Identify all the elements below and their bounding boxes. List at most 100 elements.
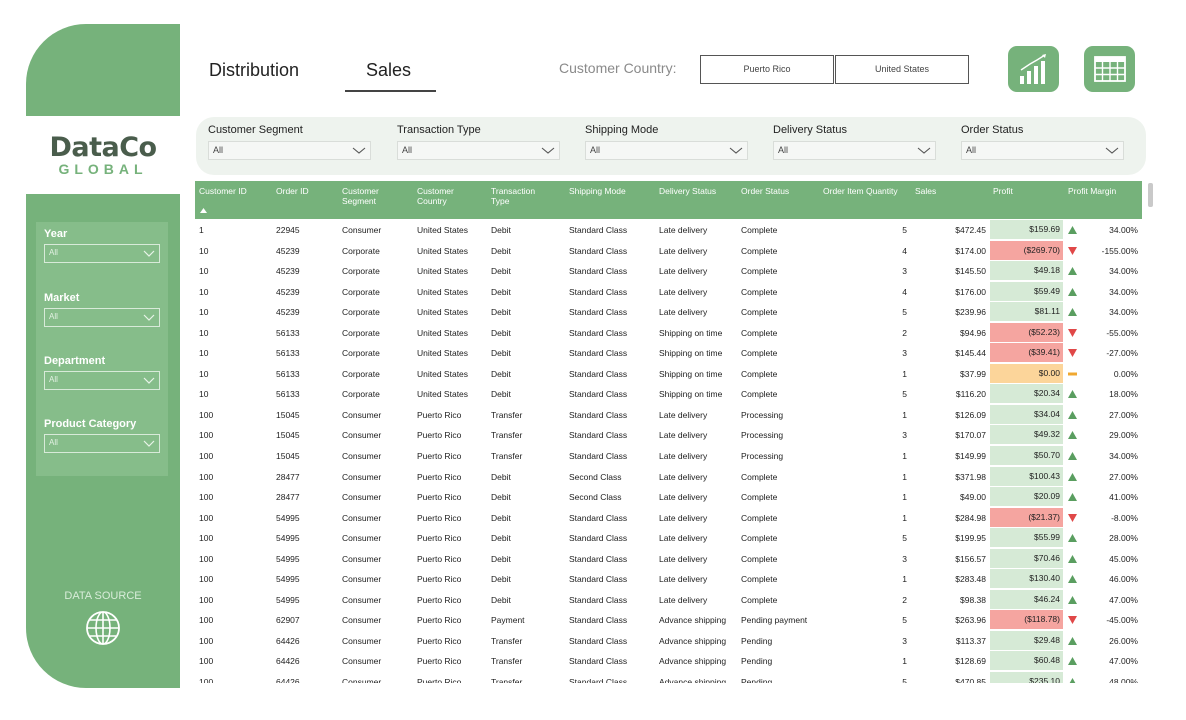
customer-segment-dropdown[interactable]: All — [208, 141, 371, 160]
table-row[interactable]: 100 28477 Consumer Puerto Rico Debit Second C… — [195, 486, 1142, 507]
table-row[interactable]: 10 45239 Corporate United States Debit Standa… — [195, 240, 1142, 261]
table-row[interactable]: 100 28477 Consumer Puerto Rico Debit Second C… — [195, 466, 1142, 487]
cell-order-status: Pending — [741, 656, 773, 667]
cell-customer-segment: Consumer — [342, 677, 382, 683]
table-row[interactable]: 1 22945 Consumer United States Debit Standard… — [195, 219, 1142, 240]
cell-customer-country: United States — [417, 225, 469, 235]
cell-customer-segment: Consumer — [342, 451, 382, 462]
cell-customer-segment: Corporate — [342, 307, 380, 318]
cell-shipping-mode: Standard Class — [569, 409, 628, 420]
column-header-profit[interactable]: Profit — [993, 186, 1033, 196]
cell-profit: ($52.23) — [990, 322, 1063, 342]
cell-customer-id: 100 — [199, 430, 214, 441]
triangle-up-icon — [1068, 226, 1077, 234]
filter-transaction-type[interactable]: Transaction Type All — [397, 124, 560, 160]
cell-transaction-type: Transfer — [491, 635, 523, 646]
country-united-states-button[interactable]: United States — [835, 55, 969, 84]
delivery-status-dropdown[interactable]: All — [773, 141, 936, 160]
slicer-product-category[interactable]: Product Category All — [44, 418, 160, 453]
column-header-order-item-quantity[interactable]: Order Item Quantity — [823, 186, 913, 196]
table-row[interactable]: 100 15045 Consumer Puerto Rico Transfer Stand… — [195, 445, 1142, 466]
table-row[interactable]: 100 54995 Consumer Puerto Rico Debit Standard… — [195, 527, 1142, 548]
transaction-type-dropdown[interactable]: All — [397, 141, 560, 160]
triangle-up-icon — [1068, 431, 1077, 440]
sort-ascending-icon[interactable] — [200, 208, 207, 213]
cell-shipping-mode: Standard Class — [569, 266, 628, 277]
table-row[interactable]: 100 64426 Consumer Puerto Rico Transfer Stand… — [195, 630, 1142, 651]
year-dropdown[interactable]: All — [44, 244, 160, 263]
tab-sales[interactable]: Sales — [366, 60, 411, 81]
cell-order-id: 45239 — [276, 245, 300, 256]
table-row[interactable]: 10 45239 Corporate United States Debit Standa… — [195, 260, 1142, 281]
filter-delivery-status[interactable]: Delivery Status All — [773, 124, 936, 160]
cell-customer-country: Puerto Rico — [417, 409, 462, 420]
table-row[interactable]: 10 45239 Corporate United States Debit Standa… — [195, 281, 1142, 302]
table-row[interactable]: 100 54995 Consumer Puerto Rico Debit Standard… — [195, 568, 1142, 589]
table-row[interactable]: 100 15045 Consumer Puerto Rico Transfer Stand… — [195, 404, 1142, 425]
cell-customer-segment: Consumer — [342, 594, 382, 605]
shipping-mode-dropdown[interactable]: All — [585, 141, 748, 160]
column-header-profit-margin[interactable]: Profit Margin — [1068, 186, 1138, 196]
dropdown-value: All — [49, 312, 58, 321]
chart-view-button[interactable] — [1008, 46, 1059, 92]
table-row[interactable]: 100 64426 Consumer Puerto Rico Transfer Stand… — [195, 650, 1142, 671]
market-dropdown[interactable]: All — [44, 308, 160, 327]
table-row[interactable]: 100 54995 Consumer Puerto Rico Debit Standard… — [195, 507, 1142, 528]
table-row[interactable]: 100 62907 Consumer Puerto Rico Payment Standa… — [195, 609, 1142, 630]
table-row[interactable]: 10 45239 Corporate United States Debit Standa… — [195, 301, 1142, 322]
cell-profit-margin: 45.00% — [1109, 553, 1138, 564]
table-row[interactable]: 100 54995 Consumer Puerto Rico Debit Standard… — [195, 548, 1142, 569]
order-status-dropdown[interactable]: All — [961, 141, 1124, 160]
tab-distribution[interactable]: Distribution — [209, 60, 299, 81]
cell-customer-segment: Corporate — [342, 266, 380, 277]
triangle-up-icon — [1069, 678, 1076, 683]
table-row[interactable]: 10 56133 Corporate United States Debit Standa… — [195, 363, 1142, 384]
cell-profit-margin: -8.00% — [1111, 512, 1138, 523]
column-header-delivery-status[interactable]: Delivery Status — [659, 186, 739, 196]
table-row[interactable]: 10 56133 Corporate United States Debit Standa… — [195, 342, 1142, 363]
cell-customer-id: 10 — [199, 266, 209, 277]
chevron-down-icon — [143, 440, 155, 447]
filter-label: Delivery Status — [773, 124, 847, 136]
cell-profit-margin: 41.00% — [1109, 492, 1138, 503]
table-view-button[interactable] — [1084, 46, 1135, 92]
table-row[interactable]: 10 56133 Corporate United States Debit Standa… — [195, 322, 1142, 343]
column-header-order-id[interactable]: Order ID — [276, 186, 336, 196]
filter-order-status[interactable]: Order Status All — [961, 124, 1124, 160]
slicer-department[interactable]: Department All — [44, 355, 160, 390]
slicer-market[interactable]: Market All — [44, 292, 160, 327]
cell-transaction-type: Debit — [491, 307, 511, 318]
cell-order-id: 45239 — [276, 286, 300, 297]
cell-order-item-quantity: 1 — [902, 409, 907, 420]
table-row[interactable]: 10 56133 Corporate United States Debit Standa… — [195, 383, 1142, 404]
table-row[interactable]: 100 54995 Consumer Puerto Rico Debit Standard… — [195, 589, 1142, 610]
table-scrollbar[interactable] — [1148, 183, 1153, 207]
column-header-sales[interactable]: Sales — [915, 186, 955, 196]
column-header-transaction-type[interactable]: Transaction Type — [491, 186, 551, 206]
filter-customer-segment[interactable]: Customer Segment All — [208, 124, 371, 160]
triangle-up-icon — [1068, 493, 1077, 502]
slicer-year[interactable]: Year All — [44, 228, 160, 263]
column-header-shipping-mode[interactable]: Shipping Mode — [569, 186, 649, 196]
bar-chart-icon — [1020, 54, 1046, 84]
column-header-customer-id[interactable]: Customer ID — [199, 186, 265, 196]
cell-delivery-status: Late delivery — [659, 574, 708, 585]
column-header-customer-segment[interactable]: Customer Segment — [342, 186, 394, 206]
country-puerto-rico-button[interactable]: Puerto Rico — [700, 55, 834, 84]
column-header-customer-country[interactable]: Customer Country — [417, 186, 469, 206]
cell-order-status: Complete — [741, 225, 778, 235]
column-header-order-status[interactable]: Order Status — [741, 186, 811, 196]
cell-customer-id: 10 — [199, 389, 209, 400]
globe-icon[interactable] — [85, 610, 121, 646]
table-row[interactable]: 100 64426 Consumer Puerto Rico Transfer Stand… — [195, 671, 1142, 683]
cell-profit-margin: 47.00% — [1109, 656, 1138, 667]
department-dropdown[interactable]: All — [44, 371, 160, 390]
cell-profit: $0.00 — [990, 363, 1063, 383]
product-category-dropdown[interactable]: All — [44, 434, 160, 453]
cell-customer-segment: Corporate — [342, 327, 380, 338]
cell-profit-margin: 46.00% — [1109, 574, 1138, 585]
table-row[interactable]: 100 15045 Consumer Puerto Rico Transfer Stand… — [195, 424, 1142, 445]
cell-transaction-type: Transfer — [491, 677, 523, 683]
filter-shipping-mode[interactable]: Shipping Mode All — [585, 124, 748, 160]
cell-order-status: Complete — [741, 594, 778, 605]
